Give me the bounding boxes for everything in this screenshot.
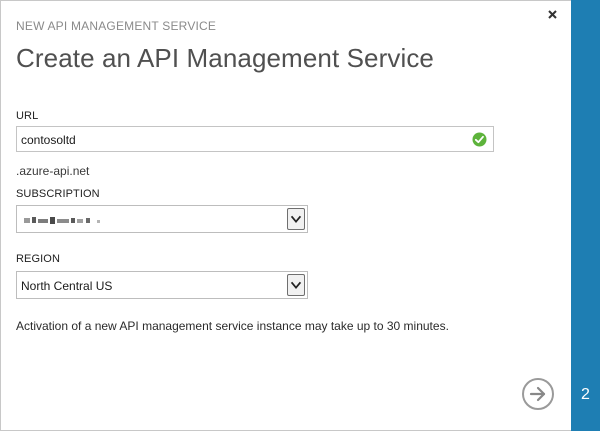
chevron-down-icon[interactable] xyxy=(287,274,305,296)
url-input[interactable]: contosoltd xyxy=(16,126,494,152)
subscription-obscured-value xyxy=(24,217,100,224)
activation-note: Activation of a new API management servi… xyxy=(16,319,449,333)
url-input-value: contosoltd xyxy=(21,133,76,147)
subscription-select[interactable] xyxy=(16,205,308,233)
dialog-subtitle: NEW API MANAGEMENT SERVICE xyxy=(16,19,217,33)
page-title: Create an API Management Service xyxy=(16,43,434,73)
region-select-value: North Central US xyxy=(21,279,113,293)
check-circle-icon xyxy=(472,132,487,147)
step-number: 2 xyxy=(581,386,590,403)
url-suffix: .azure-api.net xyxy=(16,164,90,178)
region-label: REGION xyxy=(16,253,60,265)
chevron-down-icon[interactable] xyxy=(287,208,305,230)
wizard-step-strip: 2 xyxy=(571,0,600,431)
dialog: NEW API MANAGEMENT SERVICE Create an API… xyxy=(0,0,571,431)
arrow-right-icon[interactable] xyxy=(522,378,554,410)
subscription-label: SUBSCRIPTION xyxy=(16,188,100,200)
url-label: URL xyxy=(16,110,39,122)
close-icon[interactable] xyxy=(544,6,562,24)
region-select[interactable]: North Central US xyxy=(16,271,308,299)
